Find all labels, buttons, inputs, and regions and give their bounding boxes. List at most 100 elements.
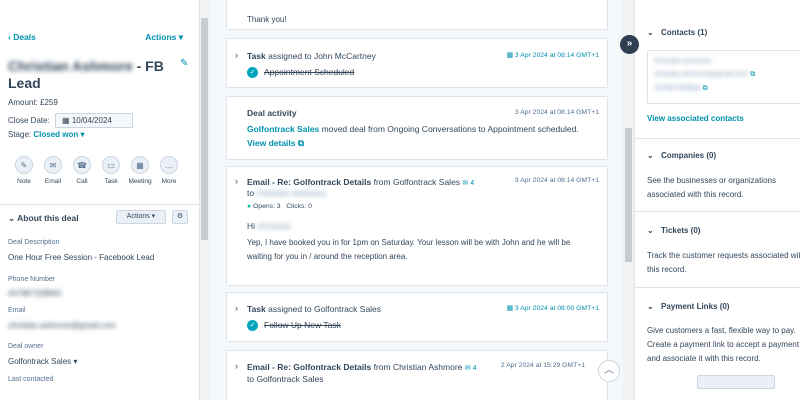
companies-text: See the businesses or organizations asso… xyxy=(647,176,776,199)
email-icon: ✉ xyxy=(44,156,62,174)
contacts-header[interactable]: ⌄ Contacts (1) xyxy=(647,28,707,37)
task-card-2[interactable]: › Task assigned to Golfontrack Sales ▦ 3… xyxy=(226,292,608,342)
task-action[interactable]: ▭ Task xyxy=(101,156,121,185)
chevron-down-icon: ⌄ xyxy=(647,302,654,311)
chevron-right-icon[interactable]: › xyxy=(235,361,238,371)
more-icon: … xyxy=(160,156,178,174)
task-title: Task assigned to John McCartney xyxy=(247,51,376,61)
call-action[interactable]: ☎ Call xyxy=(72,156,92,185)
feed-scrollbar-thumb[interactable] xyxy=(625,128,632,262)
email-count-icon: ✉ xyxy=(464,365,473,372)
deal-owner-dropdown[interactable]: Golfontrack Sales ▾ xyxy=(8,357,77,366)
view-associated-contacts-link[interactable]: View associated contacts xyxy=(647,114,744,123)
thank-you-text: Thank you! xyxy=(247,15,287,24)
actions-dropdown[interactable]: Actions ▾ xyxy=(145,32,183,43)
chevron-right-icon[interactable]: › xyxy=(235,50,238,60)
task-date: ▦ 3 Apr 2024 at 08:14 GMT+1 xyxy=(506,52,599,59)
email-action[interactable]: ✉ Email xyxy=(43,156,63,185)
meeting-action[interactable]: ▦ Meeting xyxy=(128,156,152,185)
contact-phone-row: 447887328844 ⧉ xyxy=(654,85,708,92)
email-value[interactable]: christian.ashmore@gmail.com xyxy=(8,321,116,330)
email-greeting: Hi Christian xyxy=(247,221,291,231)
close-date-row: Close Date: ▦ 10/04/2024 xyxy=(8,113,134,128)
tickets-header[interactable]: ⌄ Tickets (0) xyxy=(647,226,700,235)
expand-sidebar-icon[interactable]: » xyxy=(620,35,639,54)
note-action[interactable]: ✎ Note xyxy=(14,156,34,185)
email2-date: 2 Apr 2024 at 15:29 GMT+1 xyxy=(500,362,585,369)
stage-label: Stage: xyxy=(8,130,32,139)
task2-title: Task assigned to Golfontrack Sales xyxy=(247,304,382,314)
calendar-icon: ▦ xyxy=(62,116,72,125)
calendar-icon: ▦ xyxy=(131,156,149,174)
tickets-text: Track the customer requests associated w… xyxy=(647,251,800,274)
email-card-2[interactable]: › Email - Re: Golfontrack Details from C… xyxy=(226,350,608,400)
left-scrollbar-thumb[interactable] xyxy=(201,18,208,240)
task-status[interactable]: ✓ Appointment Scheduled xyxy=(247,67,354,79)
last-contacted-label: Last contacted xyxy=(8,376,54,383)
copy-icon[interactable]: ⧉ xyxy=(750,71,755,78)
email-title: Email - Re: Golfontrack Details from Gol… xyxy=(247,177,475,187)
chevron-down-icon: ⌄ xyxy=(647,151,654,160)
contact-email-row: christian.ashmore@gmail.com ⧉ xyxy=(654,71,756,78)
email-stats: ● Opens: 3 Clicks: 0 xyxy=(247,203,312,210)
phone-value[interactable]: 447887328844 xyxy=(8,289,61,298)
deal-activity-date: 3 Apr 2024 at 08:14 GMT+1 xyxy=(514,109,599,116)
chevron-down-icon: ⌄ xyxy=(647,28,654,37)
left-sidebar: ‹ Deals Actions ▾ Christian Ashmore - FB… xyxy=(0,0,200,400)
gear-icon[interactable]: ⚙ xyxy=(172,210,188,224)
email2-title: Email - Re: Golfontrack Details from Chr… xyxy=(247,362,477,372)
deal-activity-card[interactable]: Deal activity 3 Apr 2024 at 08:14 GMT+1 … xyxy=(226,96,608,160)
more-action[interactable]: … More xyxy=(159,156,179,185)
phone-label: Phone Number xyxy=(8,276,56,283)
view-details-link[interactable]: View details ⧉ xyxy=(247,138,304,149)
email-to: to Christian Ashmore xyxy=(247,188,326,198)
payment-links-header[interactable]: ⌄ Payment Links (0) xyxy=(647,302,729,311)
contact-card[interactable]: Christian Ashmore christian.ashmore@gmai… xyxy=(647,50,800,104)
chevron-down-icon: ⌄ xyxy=(8,213,18,223)
amount: Amount: £259 xyxy=(8,98,58,107)
phone-icon: ☎ xyxy=(73,156,91,174)
chevron-down-icon: ⌄ xyxy=(647,226,654,235)
edit-pencil-icon[interactable]: ✎ xyxy=(180,58,188,69)
copy-icon[interactable]: ⧉ xyxy=(703,85,708,92)
activity-actions: ✎ Note ✉ Email ☎ Call ▭ Task ▦ Meeting … More xyxy=(14,156,179,185)
email-card-top[interactable]: Thank you! xyxy=(226,0,608,30)
email-body: Yep, I have booked you in for 1pm on Sat… xyxy=(247,238,571,261)
right-sidebar: ⌄ Contacts (1) Christian Ashmore christia… xyxy=(634,0,800,400)
email-date: 3 Apr 2024 at 08:14 GMT+1 xyxy=(514,177,599,184)
task2-status[interactable]: ✓ Follow Up New Task xyxy=(247,320,341,332)
stage-dropdown[interactable]: Closed won ▾ xyxy=(33,130,84,139)
calendar-icon: ▦ xyxy=(506,52,515,59)
task2-date: ▦ 3 Apr 2024 at 08:00 GMT+1 xyxy=(506,305,599,312)
task-icon: ▭ xyxy=(102,156,120,174)
stage-row: Stage: Closed won ▾ xyxy=(8,130,85,139)
task-card[interactable]: › Task assigned to John McCartney ▦ 3 Ap… xyxy=(226,38,608,88)
email-label: Email xyxy=(8,307,26,314)
create-payment-link-button[interactable] xyxy=(697,375,775,389)
payment-links-text: Give customers a fast, flexible way to p… xyxy=(647,326,800,363)
deal-description-value[interactable]: One Hour Free Session - Facebook Lead xyxy=(8,253,154,262)
deal-name-blurred: Christian Ashmore xyxy=(8,58,133,74)
calendar-icon: ▦ xyxy=(506,305,515,312)
checkmark-icon: ✓ xyxy=(247,320,258,332)
scroll-up-button[interactable]: ︿ xyxy=(598,360,620,382)
chevron-right-icon[interactable]: › xyxy=(235,176,238,186)
checkmark-icon: ✓ xyxy=(247,67,258,79)
chevron-right-icon[interactable]: › xyxy=(235,303,238,313)
left-header: ‹ Deals Actions ▾ xyxy=(8,32,183,43)
about-section-header: ⌄ About this deal Actions ▾ ⚙ xyxy=(0,204,199,226)
contact-name[interactable]: Christian Ashmore xyxy=(654,58,711,65)
companies-header[interactable]: ⌄ Companies (0) xyxy=(647,151,716,160)
email2-to: to Golfontrack Sales xyxy=(247,374,324,384)
back-to-deals-link[interactable]: ‹ Deals xyxy=(8,32,36,43)
deal-activity-title: Deal activity xyxy=(247,108,297,118)
about-title[interactable]: ⌄ About this deal xyxy=(8,213,79,224)
close-date-input[interactable]: ▦ 10/04/2024 xyxy=(55,113,134,128)
deal-owner-label: Deal owner xyxy=(8,343,44,350)
deal-activity-text: Golfontrack Sales moved deal from Ongoin… xyxy=(247,124,579,134)
note-icon: ✎ xyxy=(15,156,33,174)
email-card[interactable]: › Email - Re: Golfontrack Details from G… xyxy=(226,166,608,286)
about-actions-button[interactable]: Actions ▾ xyxy=(116,210,166,224)
owner-link[interactable]: Golfontrack Sales xyxy=(247,124,319,134)
close-date-label: Close Date: xyxy=(8,116,50,125)
